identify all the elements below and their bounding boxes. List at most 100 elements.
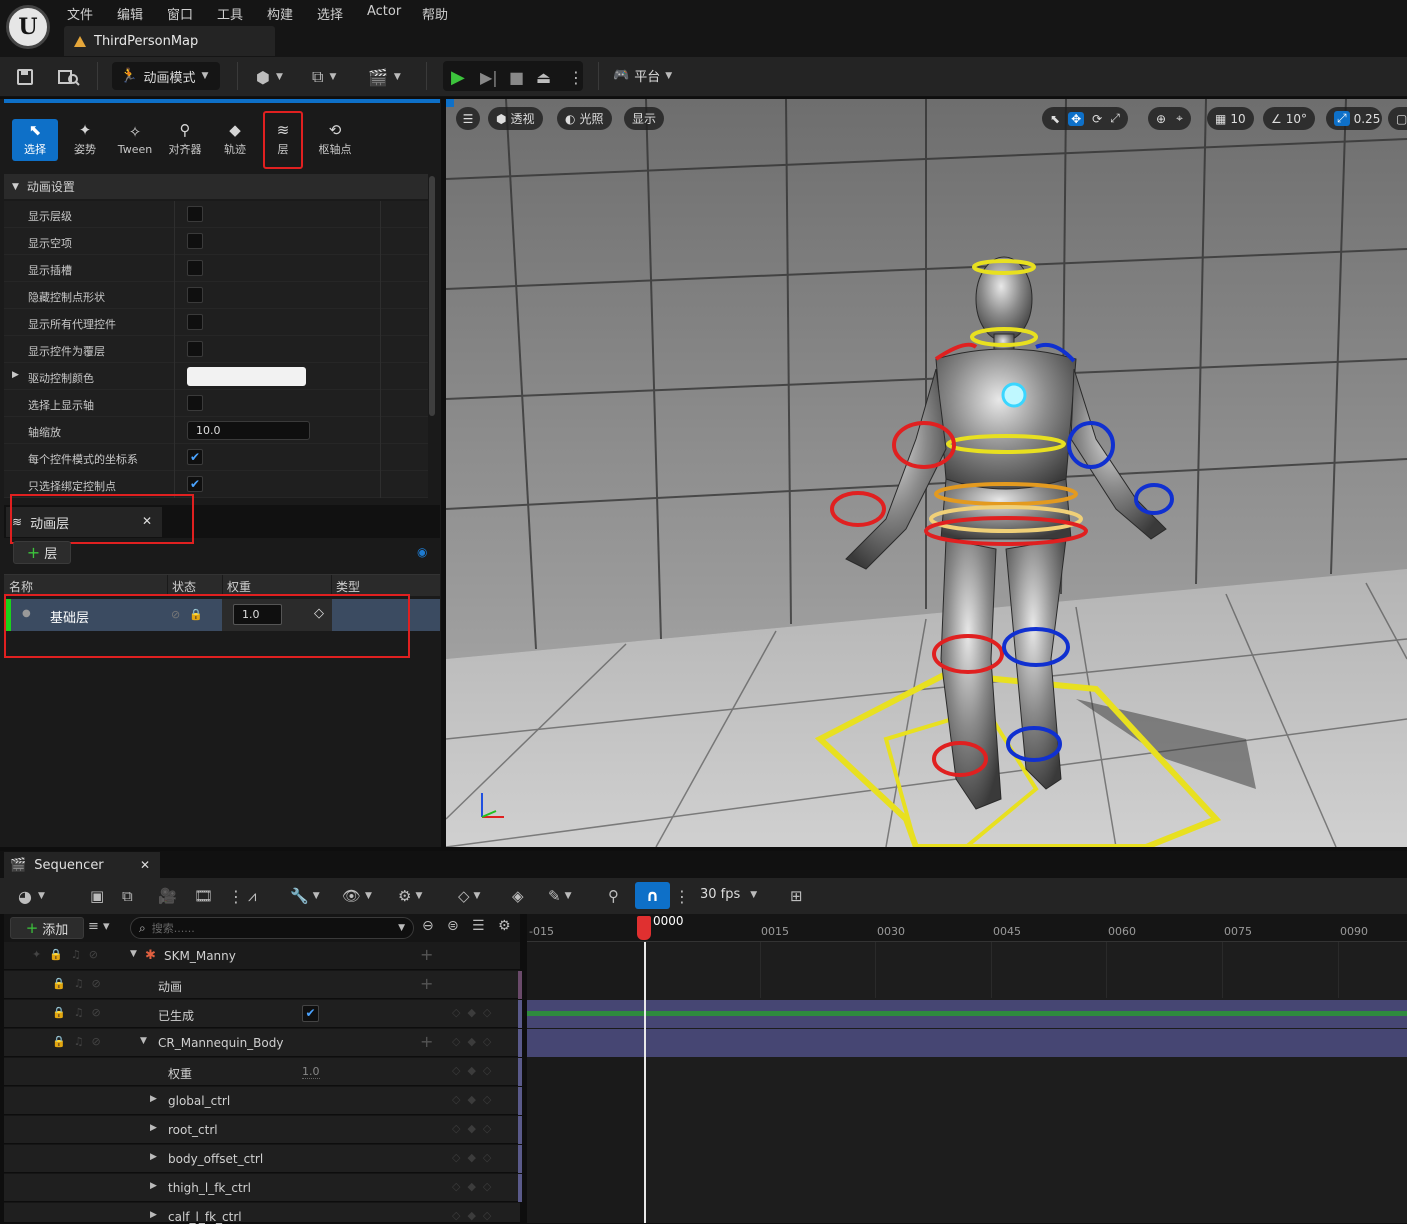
expand-icon[interactable]: ⊜ [447,918,459,934]
mode-aligner[interactable]: ⚲ 对齐器 [162,119,208,161]
marker-icon[interactable]: ⚲ [608,885,619,907]
camera-icon[interactable]: 🎥 [158,885,177,907]
menu-edit[interactable]: 编辑 [117,4,143,23]
chevron-right-icon[interactable]: ▶ [150,1152,157,1162]
level-viewport[interactable] [446,99,1407,847]
world-icon[interactable]: ◕ ▼ [18,885,45,907]
curve-icon[interactable]: ⩘ [248,885,256,907]
weight-value[interactable]: 1.0 [302,1065,320,1079]
track-row[interactable]: 🔒♫⊘ ▼ CR_Mannequin_Body + ◇◆◇ [4,1029,522,1057]
add-icon[interactable]: + [420,945,433,964]
scale-snap[interactable]: ⤢ 0.25 [1326,107,1382,130]
control-rig-section[interactable] [527,1029,1407,1057]
more-options-icon[interactable]: ⋮ [568,66,584,88]
save-icon[interactable] [16,66,34,88]
scale-icon[interactable]: ⤢ [1110,111,1120,126]
track-row[interactable]: ▶ body_offset_ctrl ◇◆◇ [4,1145,522,1173]
driven-color-swatch[interactable] [187,367,306,386]
menu-tools[interactable]: 工具 [217,4,243,23]
key-icon[interactable]: ◇ ▼ [458,885,480,907]
grid-snap[interactable]: ▦ 10 [1207,107,1254,130]
add-track-button[interactable]: + 添加 [10,917,84,939]
track-row[interactable]: ✦🔒♫⊘ ▼ ✱ SKM_Manny + [4,942,520,970]
chevron-right-icon[interactable]: ▶ [150,1210,157,1220]
platform-dropdown[interactable]: 🎮 平台 ▼ [613,66,672,85]
rotation-snap[interactable]: ∠ 10° [1263,107,1316,130]
add-icon[interactable]: + [420,1032,433,1051]
save-icon[interactable]: ▣ [90,885,104,907]
unreal-logo-icon[interactable]: U [6,5,50,49]
filter-icon[interactable]: ≡ ▾ [88,919,110,934]
show-hierarchy-checkbox[interactable] [187,206,203,222]
eject-icon[interactable]: ⏏ [536,66,551,88]
key-nav-icons[interactable]: ◇◆◇ [452,1035,498,1048]
track-row[interactable]: 权重 1.0 ◇◆◇ [4,1058,522,1086]
show-button[interactable]: 显示 [624,107,665,130]
track-row[interactable]: ▶ root_ctrl ◇◆◇ [4,1116,522,1144]
eye-icon[interactable]: 👁 ▼ [342,885,372,907]
step-icon[interactable]: ▶| [480,66,498,88]
layer-settings-icon[interactable]: ◉ [417,545,427,559]
mode-pivot[interactable]: ⟲ 枢轴点 [312,119,358,161]
mode-trails[interactable]: ◆ 轨迹 [212,119,258,161]
chevron-right-icon[interactable]: ▶ [12,370,19,380]
snap-options-icon[interactable]: ⋮ [674,885,690,907]
menu-file[interactable]: 文件 [67,4,93,23]
sequencer-tab[interactable]: 🎬 Sequencer ✕ [4,852,160,878]
track-row[interactable]: ▶ thigh_l_fk_ctrl ◇◆◇ [4,1174,522,1202]
rotate-icon[interactable]: ⟳ [1092,112,1102,126]
track-row[interactable]: 🔒♫⊘ 已生成 ✔ ◇◆◇ [4,1000,522,1028]
sequencer-timeline[interactable] [527,914,1407,1223]
perspective-button[interactable]: ⬢ 透视 [488,107,543,130]
cinematics-icon[interactable]: 🎬 ▼ [368,66,401,88]
key-nav-icons[interactable]: ◇◆◇ [452,1180,498,1193]
track-row[interactable]: 🔒♫⊘ 动画 + [4,971,522,999]
key-nav-icons[interactable]: ◇◆◇ [452,1122,498,1135]
key-nav-icons[interactable]: ◇◆◇ [452,1151,498,1164]
show-nulls-checkbox[interactable] [187,233,203,249]
chevron-right-icon[interactable]: ▶ [150,1123,157,1133]
menu-build[interactable]: 构建 [267,4,293,23]
show-proxies-checkbox[interactable] [187,314,203,330]
add-icon[interactable]: + [420,974,433,993]
move-icon[interactable]: ✥ [1068,111,1085,126]
key-nav-icons[interactable]: ◇◆◇ [452,1006,498,1019]
browse-icon[interactable] [58,66,80,88]
playhead-handle[interactable] [637,916,651,940]
track-row[interactable]: ▶ calf_l_fk_ctrl ◇◆◇ [4,1203,520,1224]
world-icon[interactable]: ⊕ [1156,112,1166,126]
mode-tween[interactable]: ✧ Tween [112,119,158,161]
menu-select[interactable]: 选择 [317,4,343,23]
mode-layers[interactable]: ≋ 层 [263,111,303,169]
list-icon[interactable]: ☰ [472,918,485,934]
chevron-right-icon[interactable]: ▶ [150,1094,157,1104]
surface-snap-icon[interactable]: ⌖ [1176,111,1183,126]
key-nav-icons[interactable]: ◇◆◇ [452,1064,498,1077]
mode-dropdown[interactable]: 🏃 动画模式 ▼ [112,62,220,90]
track-row[interactable]: ▶ global_ctrl ◇◆◇ [4,1087,522,1115]
more-options-icon[interactable]: ⋮ [228,885,244,907]
blueprint-icon[interactable]: ⧉ ▼ [312,66,336,88]
anim-settings-header[interactable]: ▼ 动画设置 [4,174,428,199]
key-nav-icons[interactable]: ◇◆◇ [452,1209,498,1222]
curve-editor-icon[interactable]: ⊞ [790,885,803,907]
coord-system-checkbox[interactable]: ✔ [187,449,203,465]
key-nav-icons[interactable]: ◇◆◇ [452,1093,498,1106]
add-layer-button[interactable]: + 层 [13,541,71,564]
gear-icon[interactable]: ⚙ ▼ [398,885,422,907]
spawned-checkbox[interactable]: ✔ [302,1005,319,1022]
map-tab[interactable]: ThirdPersonMap [64,26,275,56]
gear-icon[interactable]: ⚙ [498,918,511,934]
settings-scrollbar[interactable] [429,176,435,416]
mode-pose[interactable]: ✦ 姿势 [62,119,108,161]
track-search[interactable]: ⌕ 搜索...... ▼ [130,917,414,939]
chevron-right-icon[interactable]: ▶ [150,1181,157,1191]
maximize-button[interactable]: ▢ [1388,107,1407,130]
show-sockets-checkbox[interactable] [187,260,203,276]
menu-window[interactable]: 窗口 [167,4,193,23]
add-actor-icon[interactable]: ⬢ ▼ [256,66,283,88]
play-icon[interactable]: ▶ [451,66,465,88]
axis-scale-input[interactable]: 10.0 [187,421,310,440]
collapse-icon[interactable]: ⊖ [422,918,434,934]
mode-select[interactable]: ⬉ 选择 [12,119,58,161]
